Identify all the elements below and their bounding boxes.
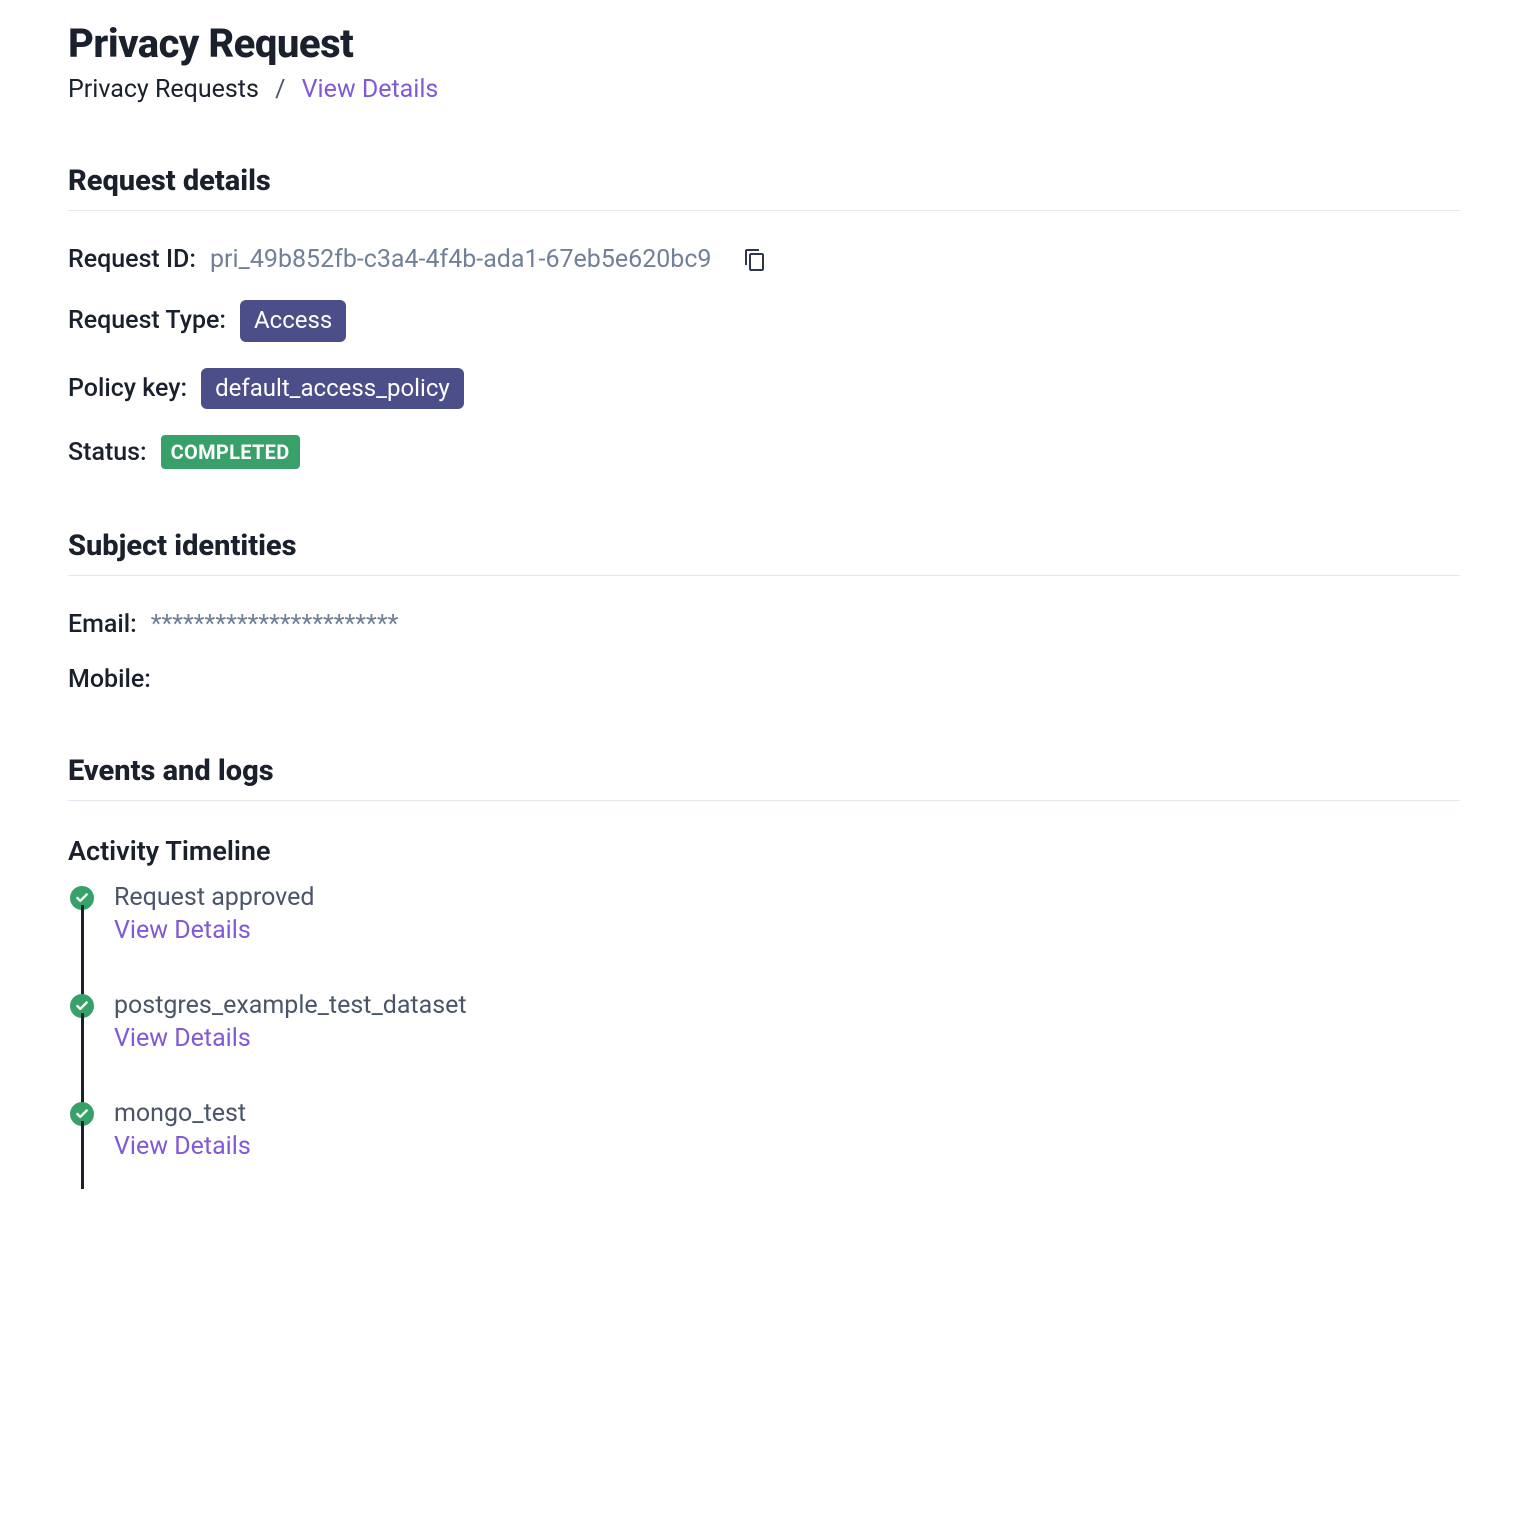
request-id-value: pri_49b852fb-c3a4-4f4b-ada1-67eb5e620bc9 [210, 245, 712, 274]
policy-key-badge: default_access_policy [201, 368, 464, 410]
timeline-connector [81, 905, 84, 999]
breadcrumb-separator: / [275, 75, 285, 104]
request-id-label: Request ID: [68, 245, 196, 274]
timeline-item: mongo_test View Details [70, 1099, 1460, 1181]
timeline-item: postgres_example_test_dataset View Detai… [70, 991, 1460, 1099]
section-title-events-logs: Events and logs [68, 754, 1460, 788]
timeline-item-title: postgres_example_test_dataset [114, 991, 1460, 1020]
timeline-item-title: mongo_test [114, 1099, 1460, 1128]
email-label: Email: [68, 610, 137, 639]
timeline-connector [81, 1013, 84, 1107]
status-badge: COMPLETED [161, 435, 300, 469]
view-details-link[interactable]: View Details [114, 1024, 1460, 1053]
section-title-request-details: Request details [68, 164, 1460, 198]
section-title-subject-identities: Subject identities [68, 529, 1460, 563]
mobile-label: Mobile: [68, 665, 151, 694]
breadcrumb-parent[interactable]: Privacy Requests [68, 75, 259, 104]
divider [68, 575, 1460, 576]
timeline-item: Request approved View Details [70, 883, 1460, 991]
view-details-link[interactable]: View Details [114, 916, 1460, 945]
copy-icon[interactable] [743, 248, 767, 272]
activity-timeline-heading: Activity Timeline [68, 835, 1460, 867]
field-policy-key: Policy key: default_access_policy [68, 368, 1460, 410]
divider [68, 210, 1460, 211]
breadcrumb-current[interactable]: View Details [302, 75, 439, 104]
timeline-connector [81, 1121, 84, 1189]
field-request-type: Request Type: Access [68, 300, 1460, 342]
request-type-label: Request Type: [68, 306, 226, 335]
email-value: *********************** [151, 610, 399, 639]
field-request-id: Request ID: pri_49b852fb-c3a4-4f4b-ada1-… [68, 245, 1460, 274]
field-mobile: Mobile: [68, 665, 1460, 694]
status-label: Status: [68, 438, 147, 467]
field-email: Email: *********************** [68, 610, 1460, 639]
divider [68, 800, 1460, 801]
field-status: Status: COMPLETED [68, 435, 1460, 469]
breadcrumb: Privacy Requests / View Details [68, 75, 1460, 104]
request-type-badge: Access [240, 300, 346, 342]
timeline-item-title: Request approved [114, 883, 1460, 912]
activity-timeline: Request approved View Details postgres_e… [68, 883, 1460, 1181]
view-details-link[interactable]: View Details [114, 1132, 1460, 1161]
page-title: Privacy Request [68, 20, 1460, 67]
policy-key-label: Policy key: [68, 374, 187, 403]
